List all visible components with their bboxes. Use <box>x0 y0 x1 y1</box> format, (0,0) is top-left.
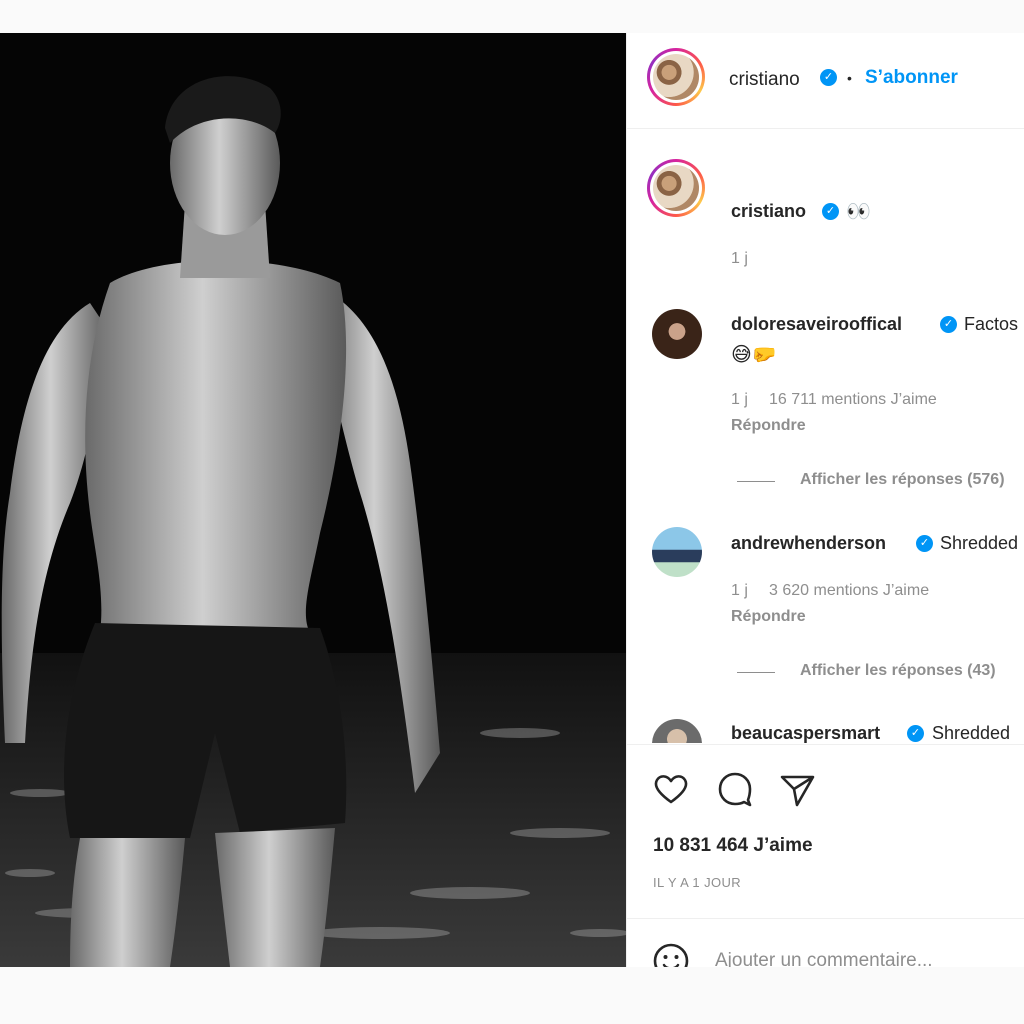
verified-icon: ✓ <box>940 316 957 333</box>
commenter-avatar[interactable] <box>652 527 702 577</box>
divider <box>737 481 775 482</box>
post-header: cristiano ✓ • S’abonner <box>627 33 1024 129</box>
verified-icon: ✓ <box>820 69 837 86</box>
comment-username[interactable]: beaucaspersmart <box>731 723 880 743</box>
comment-username[interactable]: andrewhenderson <box>731 533 886 554</box>
commenter-avatar[interactable] <box>652 719 702 743</box>
verified-icon: ✓ <box>822 203 839 220</box>
post-modal: cristiano ✓ • S’abonner cristiano ✓ 👀 1 … <box>0 33 1024 967</box>
comment-emoji: 😅🤛 <box>731 342 777 366</box>
follow-button[interactable]: S’abonner <box>865 67 958 89</box>
caption-username[interactable]: cristiano <box>731 201 806 222</box>
likes-count[interactable]: 10 831 464 J’aime <box>653 835 813 857</box>
post-details: cristiano ✓ • S’abonner cristiano ✓ 👀 1 … <box>626 33 1024 967</box>
comment-time: 1 j <box>731 391 748 408</box>
comment-time: 1 j <box>731 582 748 599</box>
view-replies-button[interactable]: Afficher les réponses (576) <box>800 471 1005 489</box>
caption-text: 👀 <box>846 199 871 223</box>
comment-input[interactable] <box>715 945 1015 967</box>
post-photo[interactable] <box>0 33 626 967</box>
comment-text: Factos <box>964 314 1019 334</box>
caption-time: 1 j <box>731 250 748 267</box>
comment-text: Shredded <box>940 533 1019 553</box>
comment-text: Shredded <box>932 723 1011 743</box>
reply-button[interactable]: Répondre <box>731 608 806 626</box>
caption-avatar[interactable] <box>647 159 705 217</box>
post-time: IL Y A 1 JOUR <box>653 875 742 890</box>
separator-dot: • <box>847 70 852 86</box>
heart-icon[interactable] <box>651 769 691 809</box>
comment-icon[interactable] <box>715 769 755 809</box>
verified-icon: ✓ <box>907 725 924 742</box>
comment-likes[interactable]: 16 711 mentions J’aime <box>769 391 937 409</box>
comment-username[interactable]: doloresaveirooffical <box>731 314 902 335</box>
add-comment-bar <box>627 918 1024 967</box>
comments-list[interactable]: cristiano ✓ 👀 1 j doloresaveirooffical ✓… <box>627 129 1024 743</box>
comment-likes[interactable]: 3 620 mentions J’aime <box>769 582 929 600</box>
share-icon[interactable] <box>777 769 817 809</box>
author-avatar[interactable] <box>647 48 705 106</box>
reply-button[interactable]: Répondre <box>731 417 806 435</box>
smiley-icon[interactable] <box>651 941 691 967</box>
post-photo-art <box>0 33 626 967</box>
author-username[interactable]: cristiano <box>729 69 800 91</box>
view-replies-button[interactable]: Afficher les réponses (43) <box>800 662 996 680</box>
commenter-avatar[interactable] <box>652 309 702 359</box>
post-actions: 10 831 464 J’aime IL Y A 1 JOUR <box>627 744 1024 919</box>
divider <box>737 672 775 673</box>
verified-icon: ✓ <box>916 535 933 552</box>
